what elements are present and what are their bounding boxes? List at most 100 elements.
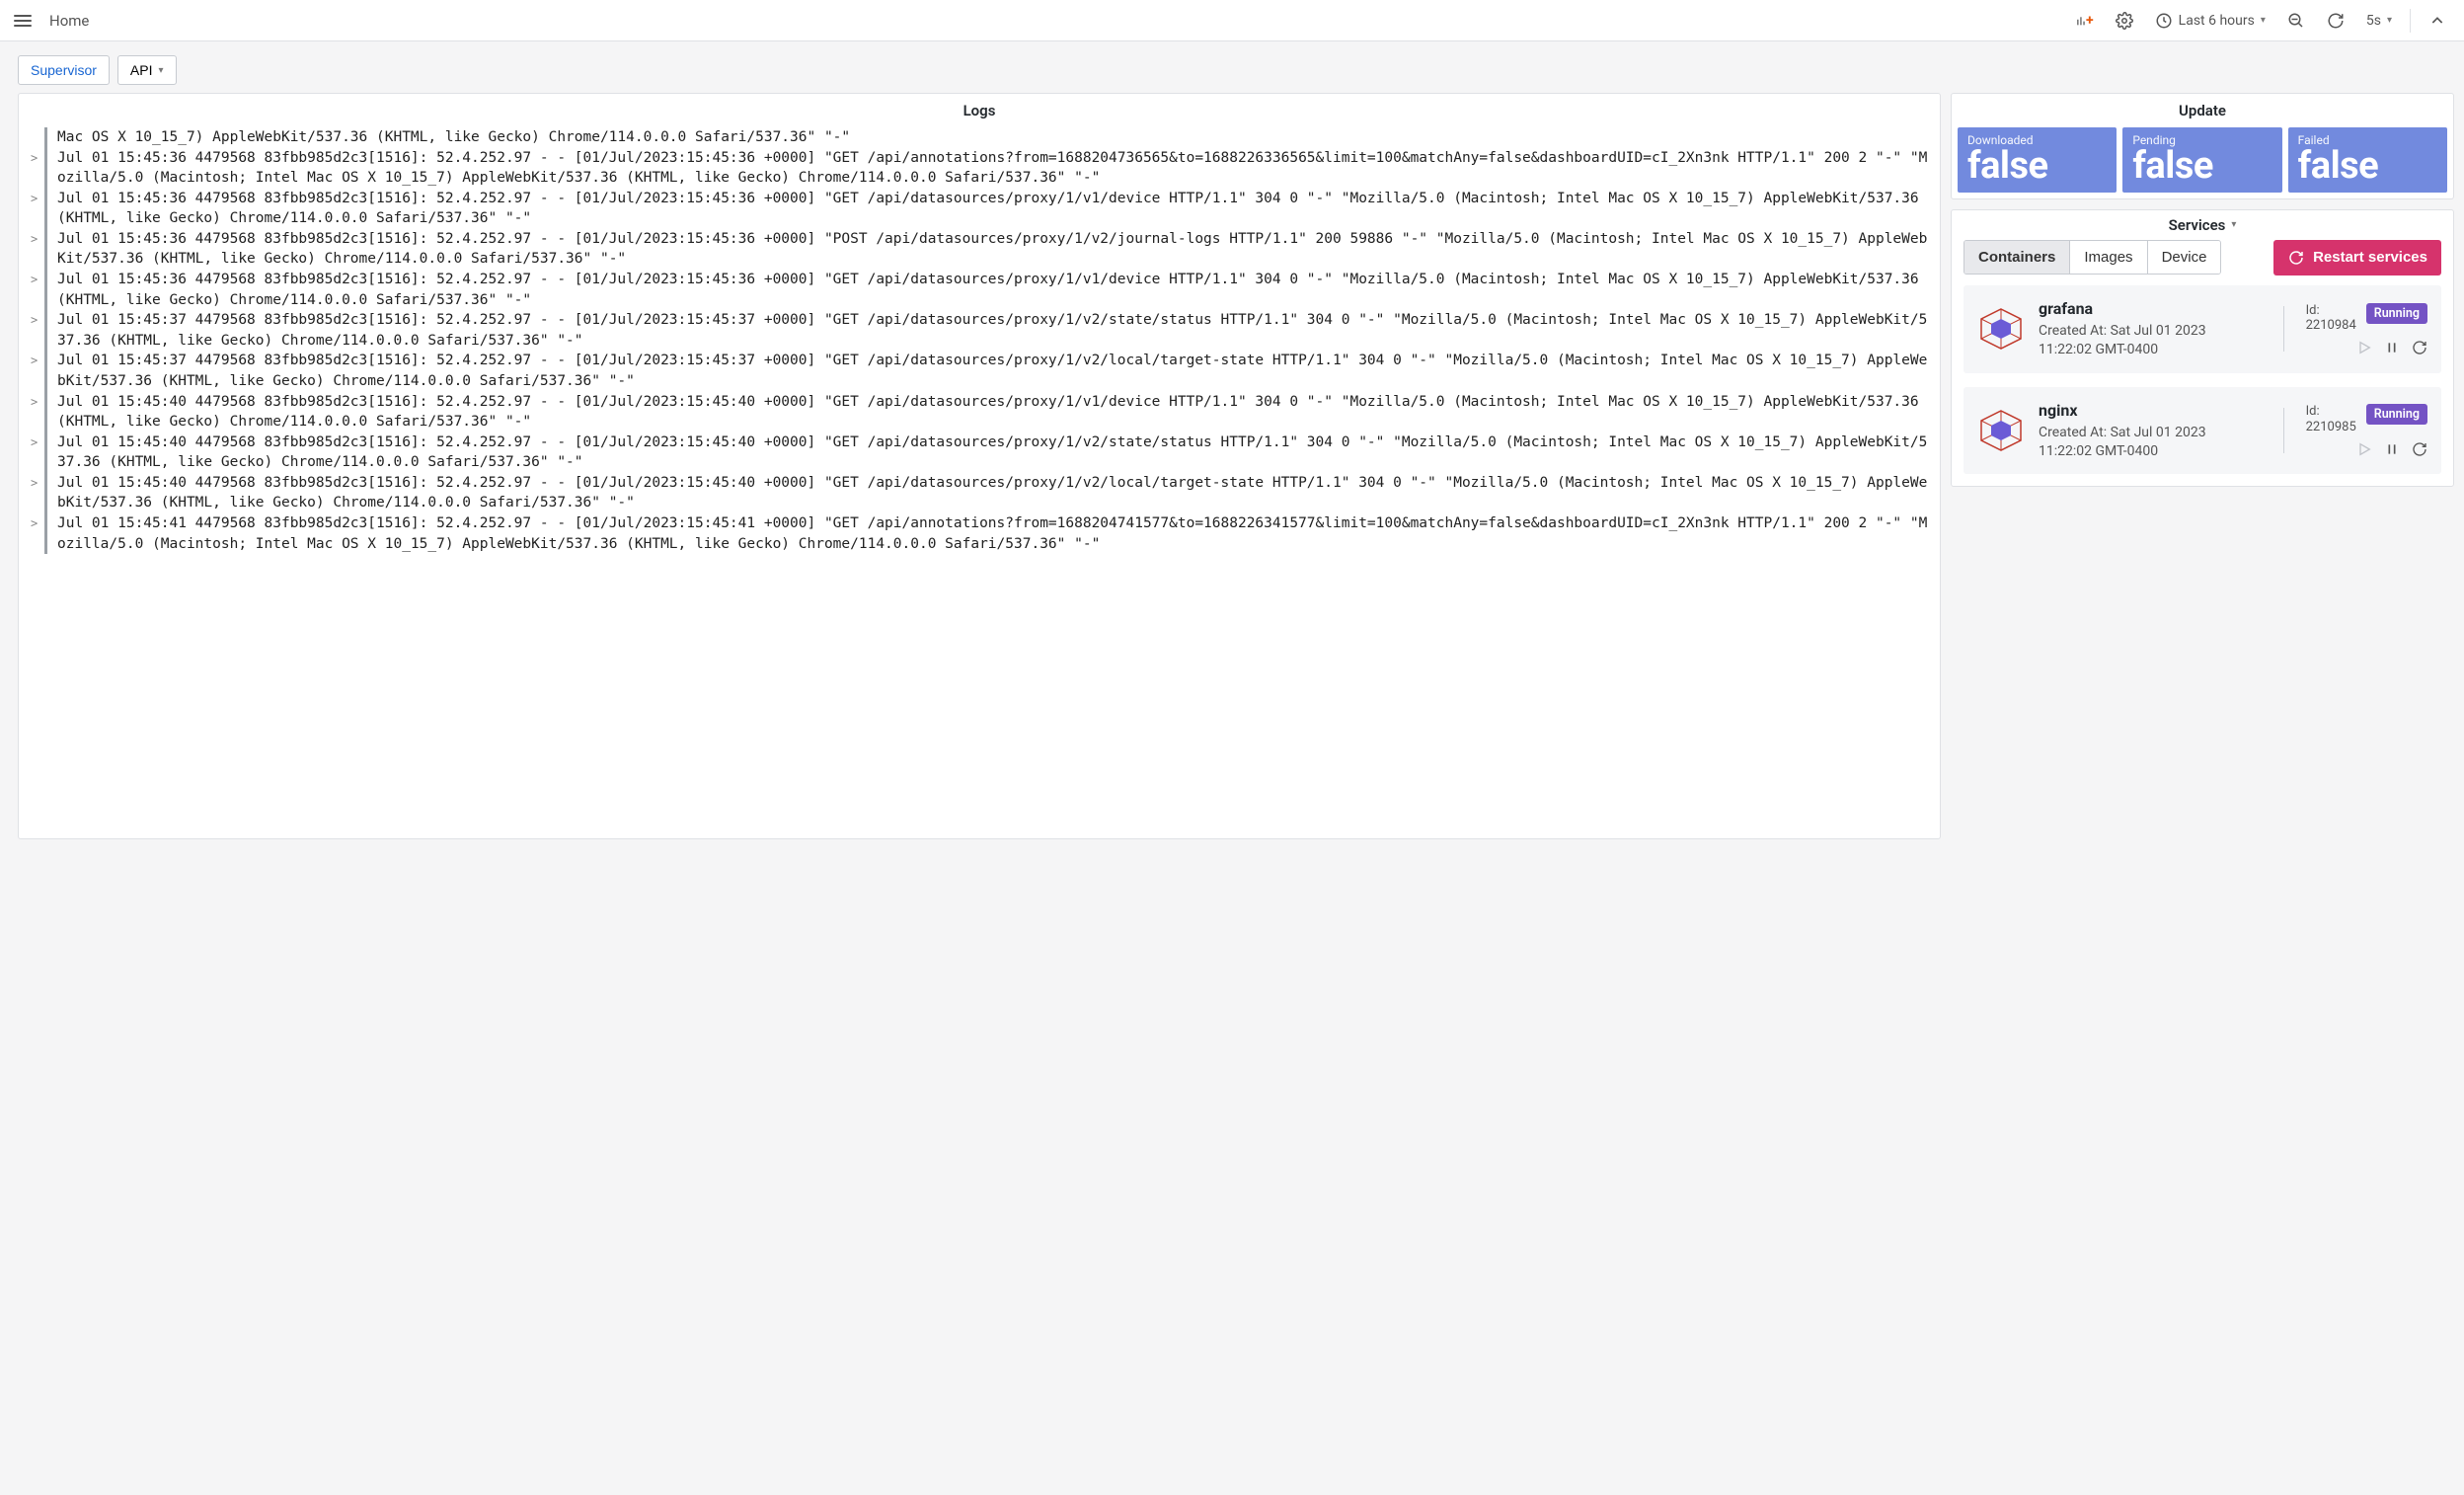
log-text: Jul 01 15:45:37 4479568 83fbb985d2c3[151… [57, 310, 1930, 351]
logs-title: Logs [19, 94, 1940, 127]
update-card-pending: Pending false [2122, 127, 2281, 193]
logs-body[interactable]: Mac OS X 10_15_7) AppleWebKit/537.36 (KH… [19, 127, 1940, 838]
update-card-value: false [1967, 147, 2107, 187]
log-text: Jul 01 15:45:37 4479568 83fbb985d2c3[151… [57, 351, 1930, 391]
expand-caret-icon[interactable]: > [31, 513, 44, 554]
log-row[interactable]: > Jul 01 15:45:40 4479568 83fbb985d2c3[15… [31, 473, 1930, 513]
refresh-icon [2327, 12, 2345, 30]
chevron-down-icon: ▾ [2261, 15, 2266, 26]
chevron-down-icon: ▾ [2387, 15, 2392, 26]
service-created: Created At: Sat Jul 01 2023 11:22:02 GMT… [2039, 322, 2262, 359]
log-row[interactable]: Mac OS X 10_15_7) AppleWebKit/537.36 (KH… [31, 127, 1930, 148]
log-text: Jul 01 15:45:40 4479568 83fbb985d2c3[151… [57, 473, 1930, 513]
tab-containers[interactable]: Containers [1964, 241, 2069, 274]
expand-caret-icon[interactable] [31, 127, 44, 148]
log-row[interactable]: > Jul 01 15:45:41 4479568 83fbb985d2c3[15… [31, 513, 1930, 554]
api-dropdown[interactable]: API ▾ [117, 55, 177, 85]
variable-row: Supervisor API ▾ [0, 41, 2464, 93]
update-card-downloaded: Downloaded false [1958, 127, 2117, 193]
expand-caret-icon[interactable]: > [31, 270, 44, 310]
expand-caret-icon[interactable]: > [31, 310, 44, 351]
log-row[interactable]: > Jul 01 15:45:40 4479568 83fbb985d2c3[15… [31, 392, 1930, 433]
expand-caret-icon[interactable]: > [31, 351, 44, 391]
update-card-value: false [2132, 147, 2272, 187]
update-panel: Update Downloaded falsePending falseFail… [1951, 93, 2454, 199]
log-text: Jul 01 15:45:41 4479568 83fbb985d2c3[151… [57, 513, 1930, 554]
top-navbar: Home + Last 6 hours ▾ [0, 0, 2464, 41]
tab-device[interactable]: Device [2147, 241, 2221, 274]
tab-images[interactable]: Images [2069, 241, 2146, 274]
log-text: Jul 01 15:45:40 4479568 83fbb985d2c3[151… [57, 392, 1930, 433]
log-text: Jul 01 15:45:36 4479568 83fbb985d2c3[151… [57, 270, 1930, 310]
pause-icon[interactable] [2384, 441, 2400, 457]
expand-caret-icon[interactable]: > [31, 229, 44, 270]
supervisor-label: Supervisor [31, 62, 97, 78]
restart-icon[interactable] [2412, 441, 2427, 457]
service-item-nginx: nginx Created At: Sat Jul 01 2023 11:22:… [1964, 387, 2441, 475]
log-row[interactable]: > Jul 01 15:45:36 4479568 83fbb985d2c3[15… [31, 229, 1930, 270]
expand-caret-icon[interactable]: > [31, 433, 44, 473]
restart-icon[interactable] [2412, 340, 2427, 355]
service-name: nginx [2039, 401, 2262, 420]
zoom-out-icon [2287, 12, 2305, 30]
zoom-out-button[interactable] [2279, 8, 2313, 34]
breadcrumb-home[interactable]: Home [49, 12, 89, 30]
update-card-value: false [2298, 147, 2437, 187]
log-text: Jul 01 15:45:40 4479568 83fbb985d2c3[151… [57, 433, 1930, 473]
log-row[interactable]: > Jul 01 15:45:37 4479568 83fbb985d2c3[15… [31, 310, 1930, 351]
log-row[interactable]: > Jul 01 15:45:36 4479568 83fbb985d2c3[15… [31, 270, 1930, 310]
update-card-failed: Failed false [2288, 127, 2447, 193]
restart-services-button[interactable]: Restart services [2273, 240, 2441, 275]
service-created: Created At: Sat Jul 01 2023 11:22:02 GMT… [2039, 424, 2262, 461]
container-icon [1977, 407, 2025, 454]
collapse-button[interactable] [2421, 8, 2454, 34]
gear-icon [2116, 12, 2133, 30]
play-icon [2356, 340, 2372, 355]
update-card-label: Downloaded [1967, 133, 2107, 147]
container-icon [1977, 305, 2025, 353]
service-item-grafana: grafana Created At: Sat Jul 01 2023 11:2… [1964, 285, 2441, 373]
chevron-down-icon: ▾ [159, 65, 164, 76]
logs-panel: Logs Mac OS X 10_15_7) AppleWebKit/537.3… [18, 93, 1941, 839]
expand-caret-icon[interactable]: > [31, 473, 44, 513]
refresh-button[interactable] [2319, 8, 2352, 34]
status-badge: Running [2366, 303, 2427, 324]
update-title: Update [1952, 94, 2453, 127]
pause-icon[interactable] [2384, 340, 2400, 355]
log-text: Jul 01 15:45:36 4479568 83fbb985d2c3[151… [57, 229, 1930, 270]
time-range-picker[interactable]: Last 6 hours ▾ [2147, 8, 2273, 34]
update-card-label: Pending [2132, 133, 2272, 147]
chevron-up-icon [2428, 12, 2446, 30]
restart-label: Restart services [2313, 249, 2427, 266]
update-card-label: Failed [2298, 133, 2437, 147]
log-row[interactable]: > Jul 01 15:45:36 4479568 83fbb985d2c3[15… [31, 148, 1930, 189]
log-text: Jul 01 15:45:36 4479568 83fbb985d2c3[151… [57, 189, 1930, 229]
log-text: Mac OS X 10_15_7) AppleWebKit/537.36 (KH… [57, 127, 1930, 148]
expand-caret-icon[interactable]: > [31, 189, 44, 229]
refresh-interval-picker[interactable]: 5s ▾ [2358, 9, 2400, 33]
play-icon [2356, 441, 2372, 457]
status-badge: Running [2366, 404, 2427, 425]
expand-caret-icon[interactable]: > [31, 148, 44, 189]
clock-icon [2155, 12, 2173, 30]
menu-toggle-button[interactable] [10, 11, 36, 31]
chevron-down-icon[interactable]: ▾ [2231, 219, 2236, 230]
log-row[interactable]: > Jul 01 15:45:37 4479568 83fbb985d2c3[15… [31, 351, 1930, 391]
expand-caret-icon[interactable]: > [31, 392, 44, 433]
services-title: Services [2169, 216, 2226, 234]
settings-button[interactable] [2108, 8, 2141, 34]
refresh-interval-label: 5s [2366, 13, 2381, 29]
api-label: API [130, 62, 153, 78]
log-text: Jul 01 15:45:36 4479568 83fbb985d2c3[151… [57, 148, 1930, 189]
service-id: Id:2210984 [2306, 303, 2356, 334]
refresh-icon [2287, 249, 2305, 267]
log-row[interactable]: > Jul 01 15:45:40 4479568 83fbb985d2c3[15… [31, 433, 1930, 473]
bar-chart-plus-icon: + [2076, 12, 2094, 30]
supervisor-button[interactable]: Supervisor [18, 55, 110, 85]
services-panel: Services ▾ Containers Images Device Rest… [1951, 209, 2454, 488]
services-tab-group: Containers Images Device [1964, 240, 2221, 275]
add-panel-button[interactable]: + [2068, 8, 2102, 34]
log-row[interactable]: > Jul 01 15:45:36 4479568 83fbb985d2c3[15… [31, 189, 1930, 229]
service-id: Id:2210985 [2306, 404, 2356, 434]
time-range-label: Last 6 hours [2179, 13, 2255, 29]
